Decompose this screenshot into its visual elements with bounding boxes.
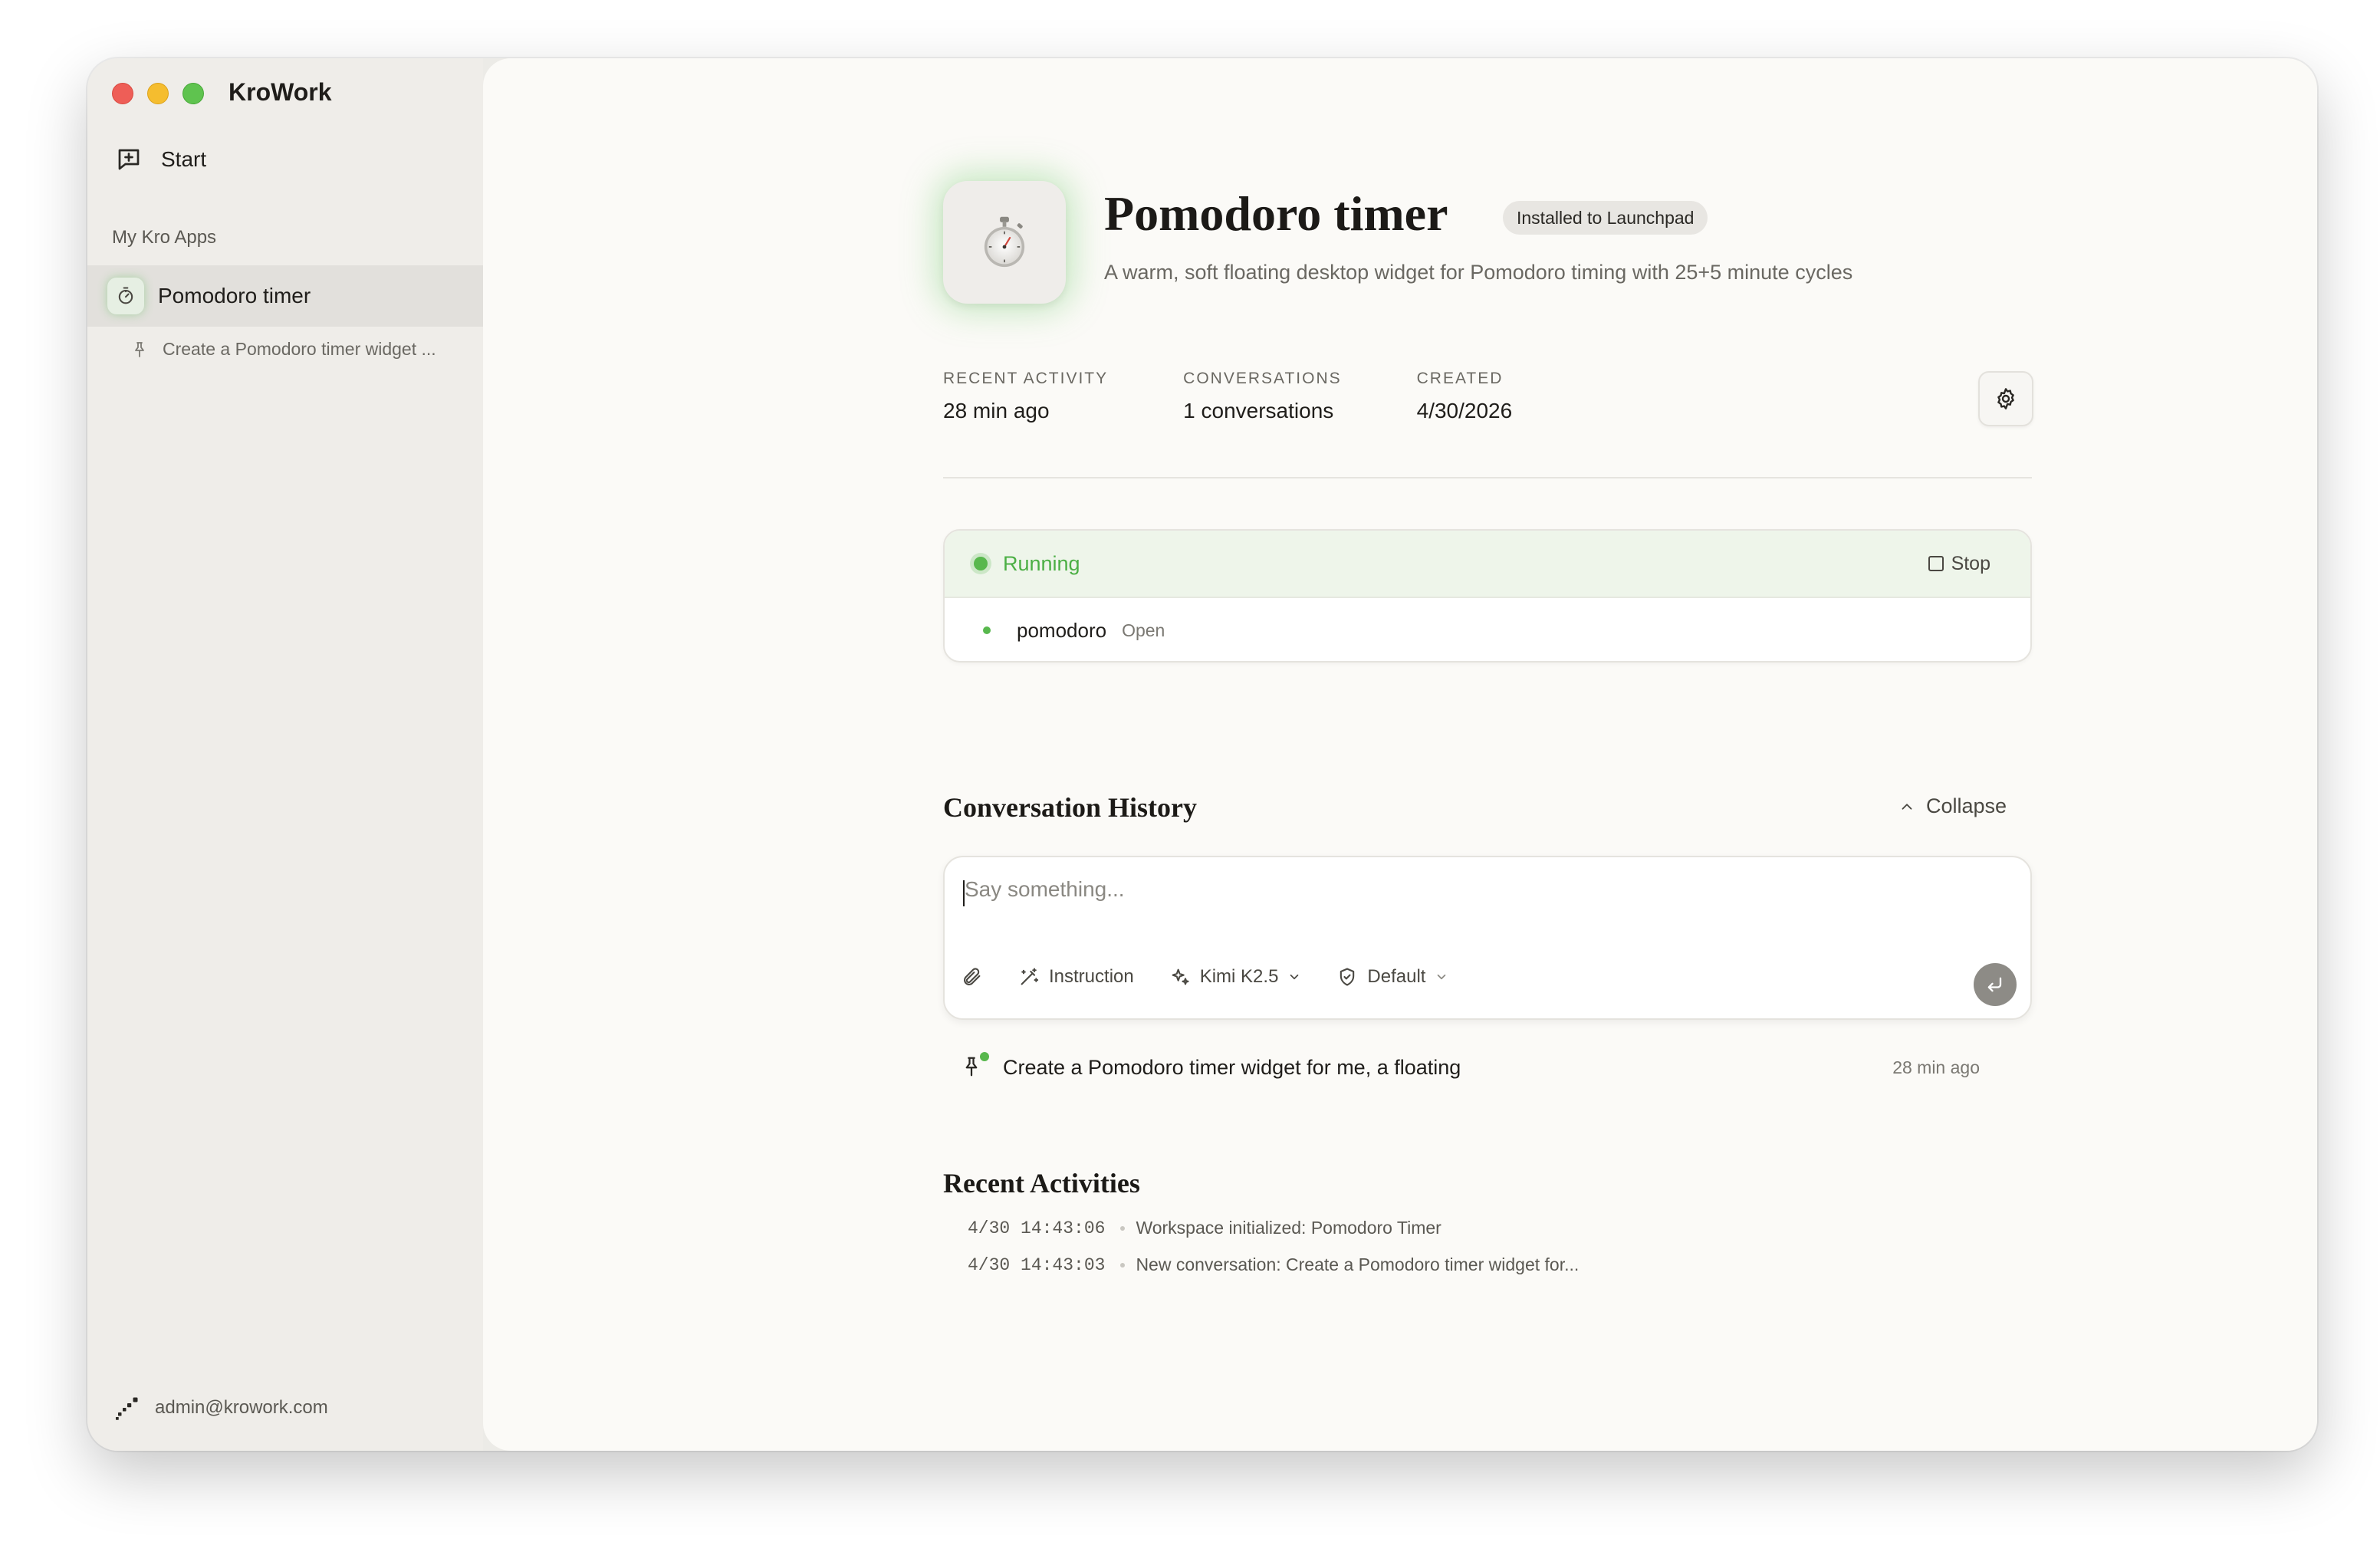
conversation-list-item[interactable]: Create a Pomodoro timer widget for me, a… <box>960 1052 1980 1080</box>
attach-button[interactable] <box>962 966 983 988</box>
stopwatch-icon <box>107 278 144 314</box>
stat-label: CONVERSATIONS <box>1183 370 1342 387</box>
recent-activities-title: Recent Activities <box>943 1168 1140 1199</box>
instruction-button[interactable]: Instruction <box>1018 966 1134 988</box>
message-input[interactable] <box>965 877 1961 902</box>
user-link-icon <box>116 1397 138 1420</box>
stat-created: CREATED 4/30/2026 <box>1417 370 1513 423</box>
mode-selector[interactable]: Default <box>1336 966 1448 988</box>
running-label: Running <box>1003 551 1080 575</box>
settings-button[interactable] <box>1978 371 2033 426</box>
conversation-time: 28 min ago <box>1892 1057 1980 1077</box>
stop-icon <box>1928 556 1944 571</box>
stat-conversations: CONVERSATIONS 1 conversations <box>1183 370 1341 423</box>
main-panel: Pomodoro timer Installed to Launchpad A … <box>483 58 2317 1451</box>
zoom-window-button[interactable] <box>182 83 204 104</box>
sidebar: KroWork Start My Kro Apps Pomodoro timer… <box>87 58 483 1451</box>
running-indicator <box>974 557 988 570</box>
sidebar-conversation-label: Create a Pomodoro timer widget ... <box>163 339 436 359</box>
conversation-title: Create a Pomodoro timer widget for me, a… <box>1003 1055 1461 1079</box>
collapse-button[interactable]: Collapse <box>1898 794 2007 818</box>
stat-label: RECENT ACTIVITY <box>943 370 1109 387</box>
gear-icon <box>1997 388 2014 409</box>
magic-wand-icon <box>1021 968 1039 985</box>
stat-recent-activity: RECENT ACTIVITY 28 min ago <box>943 370 1108 423</box>
app-stats: RECENT ACTIVITY 28 min ago CONVERSATIONS… <box>943 370 1587 423</box>
app-icon <box>943 181 1066 304</box>
chevron-up-icon <box>1902 803 1912 810</box>
app-detail: Pomodoro timer Installed to Launchpad A … <box>943 58 2033 1451</box>
separator-dot <box>1120 1262 1126 1268</box>
composer-toolbar: Instruction Kimi K2.5 Default <box>962 966 1484 988</box>
sidebar-item-label: Pomodoro timer <box>158 284 311 307</box>
stop-button[interactable]: Stop <box>1928 553 1990 575</box>
activity-time: 4/30 14:43:03 <box>968 1254 1106 1275</box>
process-status-dot <box>983 626 991 634</box>
stat-value: 4/30/2026 <box>1416 399 1513 423</box>
user-email: admin@krowork.com <box>155 1397 328 1418</box>
run-status-card: Running Stop pomodoro Open <box>943 529 2032 663</box>
stat-label: CREATED <box>1416 370 1504 387</box>
user-account[interactable]: admin@krowork.com <box>113 1394 328 1422</box>
shield-icon <box>1340 968 1355 986</box>
pin-icon <box>960 1052 989 1080</box>
chevron-down-icon <box>1290 974 1299 980</box>
window-controls <box>112 83 204 104</box>
activity-text: New conversation: Create a Pomodoro time… <box>1136 1254 1580 1274</box>
pin-icon <box>135 341 144 357</box>
active-indicator <box>980 1052 989 1061</box>
text-caret <box>963 880 965 906</box>
start-label: Start <box>161 147 207 171</box>
sparkles-icon <box>1172 968 1189 985</box>
collapse-label: Collapse <box>1926 794 2007 817</box>
model-selector[interactable]: Kimi K2.5 <box>1169 966 1302 988</box>
new-chat-icon <box>118 149 140 170</box>
activity-text: Workspace initialized: Pomodoro Timer <box>1136 1218 1441 1238</box>
activity-item: 4/30 14:43:06 Workspace initialized: Pom… <box>968 1218 1441 1238</box>
app-description: A warm, soft floating desktop widget for… <box>1104 261 1853 284</box>
minimize-window-button[interactable] <box>147 83 169 104</box>
paperclip-icon <box>964 968 981 985</box>
model-label: Kimi K2.5 <box>1199 966 1279 987</box>
stop-label: Stop <box>1951 552 1990 574</box>
installed-badge: Installed to Launchpad <box>1503 201 1708 235</box>
stopwatch-icon <box>984 216 1025 268</box>
my-apps-section-label: My Kro Apps <box>112 227 217 248</box>
process-row: pomodoro Open <box>945 598 2030 661</box>
conversation-history-title: Conversation History <box>943 792 1197 823</box>
mode-label: Default <box>1367 966 1426 987</box>
close-window-button[interactable] <box>112 83 133 104</box>
activity-time: 4/30 14:43:06 <box>968 1218 1106 1238</box>
open-link[interactable]: Open <box>1122 620 1165 641</box>
app-title: KroWork <box>228 78 332 106</box>
activity-item: 4/30 14:43:03 New conversation: Create a… <box>968 1254 1579 1275</box>
run-status-header: Running Stop <box>945 531 2030 598</box>
chevron-down-icon <box>1438 974 1446 980</box>
stat-value: 1 conversations <box>1183 399 1334 423</box>
enter-icon <box>1987 977 2002 992</box>
divider <box>943 477 2032 478</box>
message-composer: Instruction Kimi K2.5 <box>943 856 2032 1020</box>
app-window: KroWork Start My Kro Apps Pomodoro timer… <box>87 58 2317 1451</box>
separator-dot <box>1120 1225 1126 1231</box>
sidebar-item-pomodoro-timer[interactable]: Pomodoro timer <box>87 265 483 327</box>
stat-value: 28 min ago <box>943 399 1050 423</box>
process-name: pomodoro <box>1017 618 1107 642</box>
sidebar-conversation-item[interactable]: Create a Pomodoro timer widget ... <box>130 339 436 360</box>
start-button[interactable]: Start <box>115 146 206 173</box>
instruction-label: Instruction <box>1049 966 1134 987</box>
page-title: Pomodoro timer <box>1104 186 1448 241</box>
send-button[interactable] <box>1974 963 2017 1006</box>
